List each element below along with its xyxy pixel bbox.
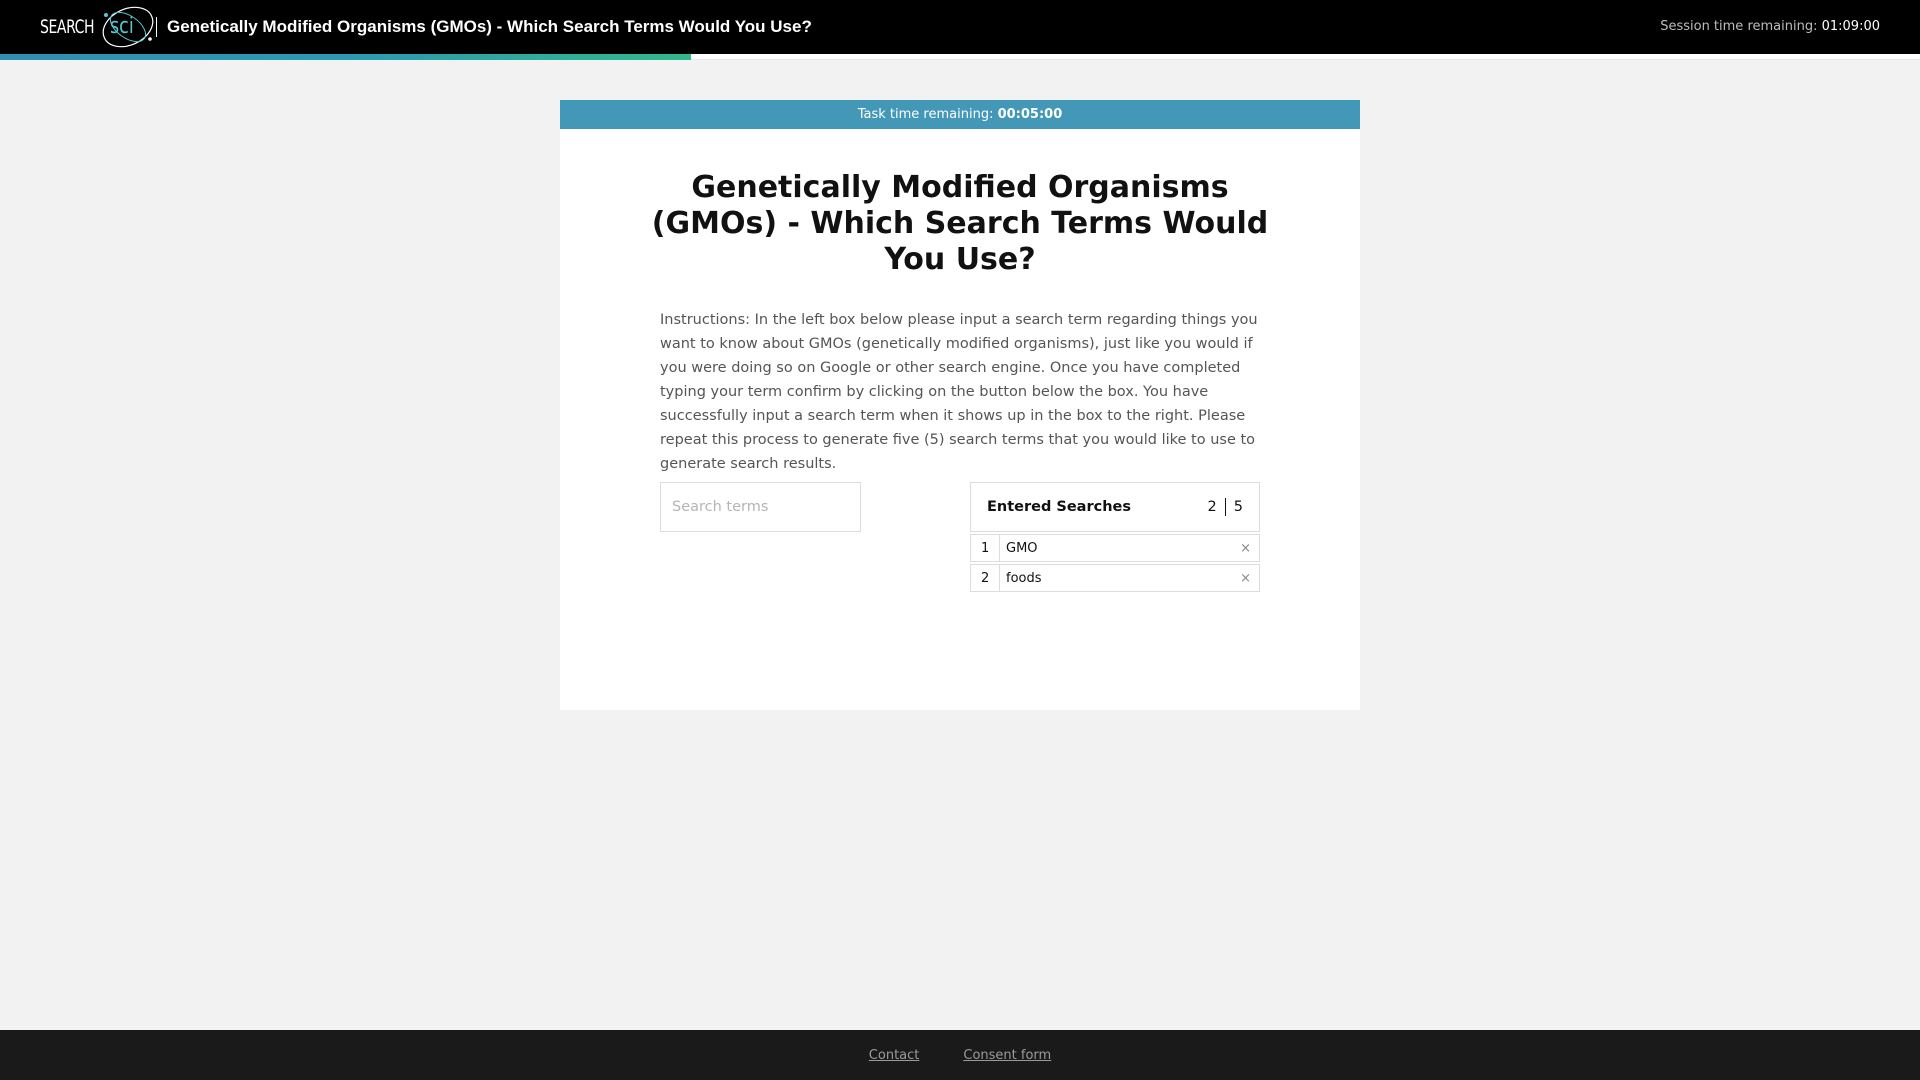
session-timer-label: Session time remaining: (1660, 19, 1818, 34)
search-terms-input[interactable] (660, 482, 861, 532)
footer: Contact Consent form (0, 1030, 1920, 1080)
task-title: Genetically Modified Organisms (GMOs) - … (651, 170, 1269, 277)
header-title: Genetically Modified Organisms (GMOs) - … (167, 17, 812, 36)
counter-divider (1224, 498, 1226, 516)
top-bar: SEARCH sci Genetically Modified Organism… (0, 0, 1920, 54)
entered-count: 2 (1207, 499, 1217, 515)
consent-form-link[interactable]: Consent form (963, 1048, 1051, 1063)
entry-term-text: foods (1006, 570, 1042, 586)
task-timer-label: Task time remaining: (857, 107, 994, 122)
task-timer-bar: Task time remaining: 00:05:00 (560, 100, 1360, 129)
task-instructions: Instructions: In the left box below plea… (660, 312, 1258, 472)
remove-icon[interactable]: × (1240, 541, 1251, 556)
entered-searches-counter: 2 5 (1208, 498, 1243, 516)
header-divider (156, 17, 157, 37)
progress-bar (0, 54, 1920, 60)
logo-sci-text: sci (110, 14, 134, 39)
entered-searches-panel: Entered Searches 2 5 1 GMO × 2 foods × (970, 482, 1260, 592)
entry-term-text: GMO (1006, 540, 1038, 556)
entered-searches-header: Entered Searches 2 5 (970, 482, 1260, 532)
entered-searches-label: Entered Searches (987, 499, 1132, 515)
entered-total: 5 (1233, 499, 1243, 515)
entry-number: 2 (970, 564, 1000, 592)
entry-term: GMO × (1000, 534, 1260, 562)
entry-term: foods × (1000, 564, 1260, 592)
contact-link[interactable]: Contact (869, 1048, 920, 1063)
list-item: 2 foods × (970, 564, 1260, 592)
logo-search-text: SEARCH (40, 16, 95, 38)
list-item: 1 GMO × (970, 534, 1260, 562)
searchsci-logo[interactable]: SEARCH sci (40, 2, 154, 52)
remove-icon[interactable]: × (1240, 571, 1251, 586)
progress-bar-fill (0, 54, 692, 60)
entry-number: 1 (970, 534, 1000, 562)
session-timer: Session time remaining: 01:09:00 (1660, 0, 1880, 54)
task-card: Task time remaining: 00:05:00 Geneticall… (560, 100, 1360, 710)
session-timer-value: 01:09:00 (1821, 19, 1880, 34)
task-timer-value: 00:05:00 (997, 107, 1063, 122)
